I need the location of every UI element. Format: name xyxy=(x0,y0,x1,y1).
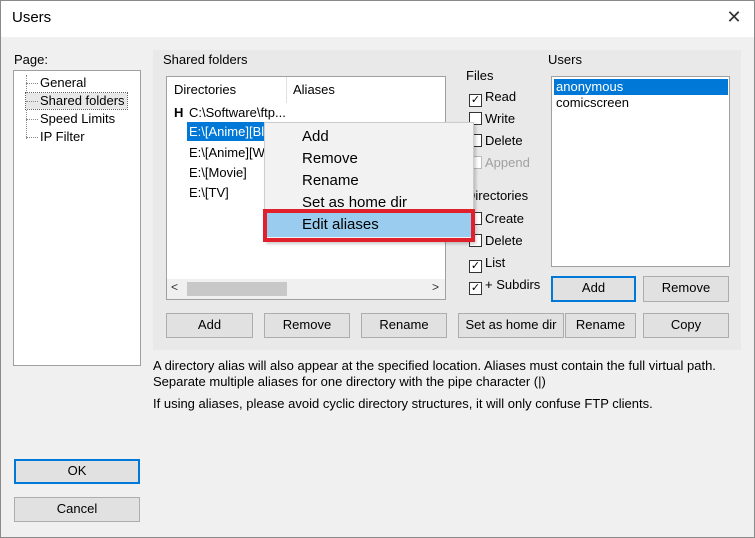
close-icon[interactable]: ✕ xyxy=(722,5,746,29)
tree-item-ip-filter[interactable]: IP Filter xyxy=(26,129,87,145)
append-checkbox: Append xyxy=(469,154,530,172)
rename-folder-button[interactable]: Rename xyxy=(361,313,447,338)
remove-user-button[interactable]: Remove xyxy=(643,276,729,302)
info-text-line: If using aliases, please avoid cyclic di… xyxy=(153,396,653,411)
column-header-directories[interactable]: Directories xyxy=(174,82,236,97)
page-label: Page: xyxy=(14,52,48,67)
rename-user-button[interactable]: Rename xyxy=(565,313,636,338)
shared-folders-label: Shared folders xyxy=(163,52,248,67)
directory-path: E:\[Movie] xyxy=(189,165,247,180)
title-bar xyxy=(0,0,755,37)
copy-user-button[interactable]: Copy xyxy=(643,313,729,338)
list-checkbox[interactable]: ✓ List xyxy=(469,254,505,273)
tree-item-speed-limits[interactable]: Speed Limits xyxy=(26,111,117,127)
delete-files-checkbox[interactable]: Delete xyxy=(469,132,523,150)
ok-button[interactable]: OK xyxy=(14,459,140,484)
check-icon: ✓ xyxy=(469,282,482,295)
home-dir-flag: H xyxy=(174,105,184,120)
page-tree[interactable]: General Shared folders Speed Limits IP F… xyxy=(13,70,141,366)
check-icon: ✓ xyxy=(469,94,482,107)
directory-path: E:\[Anime][Bl xyxy=(187,122,267,141)
users-label: Users xyxy=(548,52,582,67)
directories-group-label: Directories xyxy=(466,188,529,203)
directory-path: C:\Software\ftp... xyxy=(189,105,286,120)
directory-path: E:\[Anime][W xyxy=(189,145,265,160)
menu-item-add[interactable]: Add xyxy=(302,126,329,148)
scroll-right-icon[interactable]: > xyxy=(432,280,439,294)
delete-dirs-checkbox[interactable]: Delete xyxy=(469,232,523,250)
user-item-comicscreen[interactable]: comicscreen xyxy=(554,95,631,111)
tree-item-shared-folders[interactable]: Shared folders xyxy=(25,92,128,110)
user-item-anonymous[interactable]: anonymous xyxy=(554,79,728,95)
horizontal-scrollbar[interactable]: < > xyxy=(167,279,445,299)
set-home-dir-button[interactable]: Set as home dir xyxy=(458,313,564,338)
cancel-button[interactable]: Cancel xyxy=(14,497,140,522)
highlight-annotation-box xyxy=(263,209,475,242)
scroll-left-icon[interactable]: < xyxy=(171,280,178,294)
check-icon: ✓ xyxy=(469,260,482,273)
menu-item-rename[interactable]: Rename xyxy=(302,170,359,192)
tree-item-general[interactable]: General xyxy=(26,75,88,91)
scroll-thumb[interactable] xyxy=(187,282,287,296)
info-text-line: A directory alias will also appear at th… xyxy=(153,358,716,373)
directory-path: E:\[TV] xyxy=(189,185,229,200)
window-title: Users xyxy=(12,9,52,26)
add-user-button[interactable]: Add xyxy=(551,276,636,302)
files-group-label: Files xyxy=(466,68,494,83)
menu-item-remove[interactable]: Remove xyxy=(302,148,358,170)
column-header-aliases[interactable]: Aliases xyxy=(293,82,335,97)
create-checkbox[interactable]: Create xyxy=(469,210,524,228)
info-text-line: Separate multiple aliases for one direct… xyxy=(153,374,546,389)
read-checkbox[interactable]: ✓ Read xyxy=(469,88,516,107)
subdirs-checkbox[interactable]: ✓ + Subdirs xyxy=(469,276,540,295)
users-list[interactable]: anonymous comicscreen xyxy=(551,76,730,267)
write-checkbox[interactable]: Write xyxy=(469,110,515,128)
add-folder-button[interactable]: Add xyxy=(166,313,253,338)
remove-folder-button[interactable]: Remove xyxy=(264,313,350,338)
